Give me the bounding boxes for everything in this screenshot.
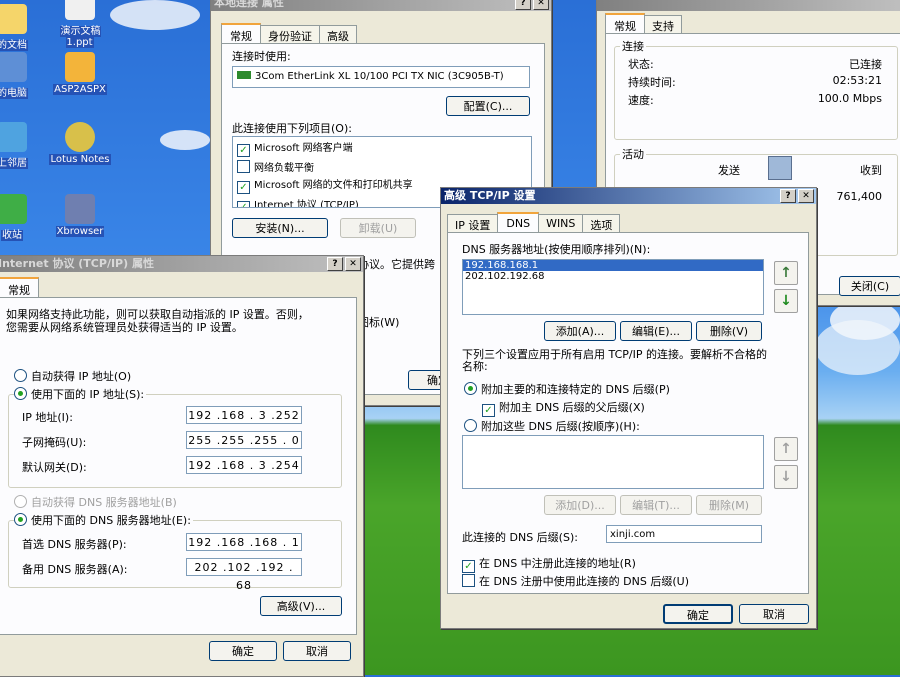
item-checkbox[interactable]: ✓ bbox=[237, 181, 250, 194]
alternate-dns-label: 备用 DNS 服务器(A): bbox=[22, 563, 128, 576]
connection-group-label: 连接 bbox=[620, 38, 646, 54]
uninstall-button[interactable]: 卸载(U) bbox=[340, 218, 416, 238]
desktop-icon-ppt[interactable]: 演示文稿 1.ppt bbox=[48, 0, 112, 48]
dns-suffix-field[interactable]: xinji.com bbox=[606, 525, 762, 543]
edit-dns-button[interactable]: 编辑(E)... bbox=[620, 321, 692, 341]
description-text: 协议。它提供跨 bbox=[358, 258, 435, 271]
items-label: 此连接使用下列项目(O): bbox=[232, 122, 352, 135]
cancel-button[interactable]: 取消 bbox=[283, 641, 351, 661]
description-text: 如果网络支持此功能，则可以获取自动指派的 IP 设置。否则， 您需要从网络系统管… bbox=[6, 308, 309, 334]
subnet-mask-field[interactable]: 255 .255 .255 . 0 bbox=[186, 431, 302, 449]
status-label: 状态: bbox=[628, 58, 654, 71]
close-icon[interactable]: ✕ bbox=[533, 0, 549, 10]
list-item[interactable]: 网络负载平衡 bbox=[233, 159, 531, 174]
mask-label: 子网掩码(U): bbox=[22, 436, 87, 449]
desktop-icon-recycle[interactable]: 收站 bbox=[0, 194, 44, 241]
connect-using-label: 连接时使用: bbox=[232, 50, 291, 63]
tcpip-properties-window: Internet 协议 (TCP/IP) 属性 ? ✕ 常规 如果网络支持此功能，… bbox=[0, 255, 364, 677]
dns-suffix-label: 此连接的 DNS 后缀(S): bbox=[462, 531, 578, 544]
network-icon bbox=[0, 122, 27, 152]
manual-dns-radio[interactable]: 使用下面的 DNS 服务器地址(E): bbox=[14, 512, 193, 528]
suffix-up-icon[interactable]: ↑ bbox=[774, 437, 798, 461]
manual-ip-radio[interactable]: 使用下面的 IP 地址(S): bbox=[14, 386, 147, 402]
dns-list-label: DNS 服务器地址(按使用顺序排列)(N): bbox=[462, 243, 651, 256]
network-activity-icon bbox=[768, 156, 792, 180]
show-icon-label: 图标(W) bbox=[358, 316, 400, 329]
configure-button[interactable]: 配置(C)... bbox=[446, 96, 530, 116]
computer-icon bbox=[0, 52, 27, 82]
suffix-list[interactable] bbox=[462, 435, 764, 489]
adapter-field: 3Com EtherLink XL 10/100 PCI TX NIC (3C9… bbox=[232, 66, 530, 88]
status-value: 已连接 bbox=[849, 58, 882, 71]
append-these-radio[interactable]: 附加这些 DNS 后缀(按顺序)(H): bbox=[464, 418, 640, 434]
add-suffix-button[interactable]: 添加(D)... bbox=[544, 495, 616, 515]
use-suffix-checkbox[interactable]: 在 DNS 注册中使用此连接的 DNS 后缀(U) bbox=[462, 573, 689, 589]
move-up-icon[interactable]: ↑ bbox=[774, 261, 798, 285]
ppt-icon bbox=[65, 0, 95, 20]
status-title-bar bbox=[597, 0, 900, 11]
speed-label: 速度: bbox=[628, 94, 654, 107]
ip-label: IP 地址(I): bbox=[22, 411, 73, 424]
alternate-dns-field[interactable]: 202 .102 .192 . 68 bbox=[186, 558, 302, 592]
preferred-dns-label: 首选 DNS 服务器(P): bbox=[22, 538, 127, 551]
preferred-dns-field[interactable]: 192 .168 .168 . 1 bbox=[186, 533, 302, 551]
cancel-button[interactable]: 取消 bbox=[739, 604, 809, 624]
advanced-title-bar: 高级 TCP/IP 设置 ? ✕ bbox=[441, 188, 816, 204]
desktop-icon-network[interactable]: 上邻居 bbox=[0, 122, 44, 169]
desktop-icon-lotus[interactable]: Lotus Notes bbox=[48, 122, 112, 165]
desktop-icon-xbrowser[interactable]: Xbrowser bbox=[48, 194, 112, 237]
auto-ip-radio[interactable]: 自动获得 IP 地址(O) bbox=[14, 368, 131, 384]
conn-props-title-bar: 本地连接 属性 ? ✕ bbox=[211, 0, 551, 11]
advanced-button[interactable]: 高级(V)... bbox=[260, 596, 342, 616]
dns-server-list[interactable]: 192.168.168.1 202.102.192.68 bbox=[462, 259, 764, 315]
close-icon[interactable]: ✕ bbox=[345, 257, 361, 271]
lotus-icon bbox=[65, 122, 95, 152]
append-parent-checkbox[interactable]: ✓ 附加主 DNS 后缀的父后缀(X) bbox=[482, 399, 645, 417]
desktop-icon-computer[interactable]: 的电脑 bbox=[0, 52, 44, 99]
received-label: 收到 bbox=[860, 164, 882, 177]
ip-address-field[interactable]: 192 .168 . 3 .252 bbox=[186, 406, 302, 424]
item-checkbox[interactable] bbox=[237, 160, 250, 173]
nic-icon bbox=[237, 71, 251, 79]
gateway-field[interactable]: 192 .168 . 3 .254 bbox=[186, 456, 302, 474]
help-button[interactable]: ? bbox=[515, 0, 531, 10]
auto-dns-radio[interactable]: 自动获得 DNS 服务器地址(B) bbox=[14, 494, 177, 510]
sent-label: 发送 bbox=[718, 164, 740, 177]
duration-value: 02:53:21 bbox=[832, 74, 882, 87]
ok-button[interactable]: 确定 bbox=[209, 641, 277, 661]
install-button[interactable]: 安装(N)... bbox=[232, 218, 328, 238]
list-item[interactable]: 192.168.168.1 bbox=[463, 260, 763, 271]
resolution-note: 下列三个设置应用于所有启用 TCP/IP 的连接。要解析不合格的 名称: bbox=[462, 348, 767, 373]
tcpip-title-bar: Internet 协议 (TCP/IP) 属性 ? ✕ bbox=[0, 256, 363, 272]
xbrowser-icon bbox=[65, 194, 95, 224]
received-value: 761,400 bbox=[836, 190, 883, 203]
advanced-tcpip-window: 高级 TCP/IP 设置 ? ✕ IP 设置 DNS WINS 选项 DNS 服务… bbox=[440, 187, 817, 629]
activity-group-label: 活动 bbox=[620, 146, 646, 162]
delete-dns-button[interactable]: 删除(V) bbox=[696, 321, 762, 341]
list-item[interactable]: 202.102.192.68 bbox=[463, 271, 763, 282]
desktop-icon-asp[interactable]: ASP2ASPX bbox=[48, 52, 112, 95]
desktop-icon-documents[interactable]: 的文档 bbox=[0, 4, 44, 51]
documents-icon bbox=[0, 4, 27, 34]
asp-icon bbox=[65, 52, 95, 82]
duration-label: 持续时间: bbox=[628, 76, 676, 89]
append-primary-radio[interactable]: 附加主要的和连接特定的 DNS 后缀(P) bbox=[464, 381, 670, 397]
gateway-label: 默认网关(D): bbox=[22, 461, 87, 474]
close-icon[interactable]: ✕ bbox=[798, 189, 814, 203]
speed-value: 100.0 Mbps bbox=[817, 92, 882, 105]
help-button[interactable]: ? bbox=[780, 189, 796, 203]
move-down-icon[interactable]: ↓ bbox=[774, 289, 798, 313]
help-button[interactable]: ? bbox=[327, 257, 343, 271]
delete-suffix-button[interactable]: 删除(M) bbox=[696, 495, 762, 515]
item-checkbox[interactable]: ✓ bbox=[237, 201, 250, 207]
add-dns-button[interactable]: 添加(A)... bbox=[544, 321, 616, 341]
list-item[interactable]: ✓ Microsoft 网络客户端 bbox=[233, 137, 531, 159]
ok-button[interactable]: 确定 bbox=[663, 604, 733, 624]
close-button[interactable]: 关闭(C) bbox=[839, 276, 900, 296]
register-checkbox[interactable]: ✓ 在 DNS 中注册此连接的地址(R) bbox=[462, 555, 636, 573]
recycle-icon bbox=[0, 194, 27, 224]
suffix-down-icon[interactable]: ↓ bbox=[774, 465, 798, 489]
edit-suffix-button[interactable]: 编辑(T)... bbox=[620, 495, 692, 515]
item-checkbox[interactable]: ✓ bbox=[237, 144, 250, 157]
